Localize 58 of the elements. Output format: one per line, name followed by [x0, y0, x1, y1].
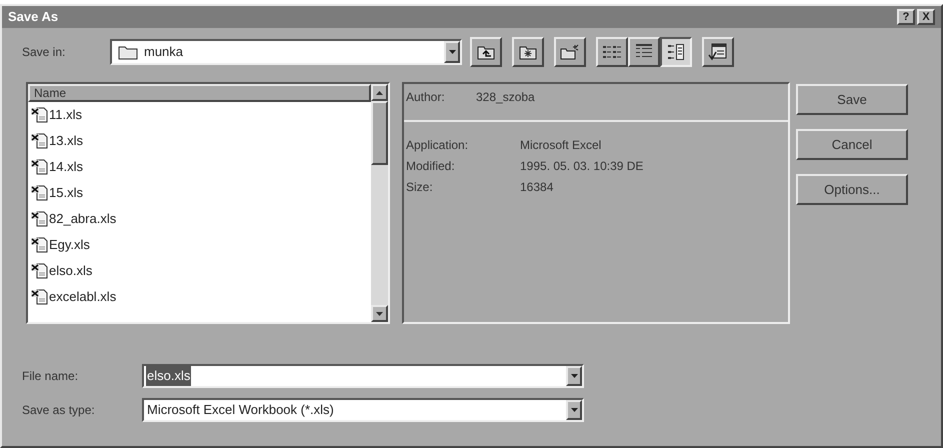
property-value: 1995. 05. 03. 10:39 DE — [520, 158, 644, 175]
spreadsheet-file-icon — [30, 133, 48, 149]
details-view-icon — [636, 44, 652, 60]
list-view-icon — [603, 45, 621, 59]
save-in-label: Save in: — [22, 44, 66, 61]
save-in-value: munka — [144, 43, 184, 62]
author-value: 328_szoba — [476, 89, 535, 106]
save-as-type-value: Microsoft Excel Workbook (*.xls) — [147, 401, 335, 420]
spreadsheet-file-icon — [30, 159, 48, 175]
file-name-value: elso.xls — [146, 366, 192, 386]
property-label: Modified: — [406, 158, 456, 175]
spreadsheet-file-icon — [30, 107, 48, 123]
file-item[interactable]: elso.xls — [49, 261, 92, 281]
save-as-type-label: Save as type: — [22, 402, 96, 419]
caret-icon — [570, 374, 578, 378]
scroll-up-icon — [376, 90, 383, 94]
file-item[interactable]: 14.xls — [49, 157, 83, 177]
file-item[interactable]: 11.xls — [49, 105, 82, 125]
folder-star-icon — [519, 44, 537, 60]
spreadsheet-file-icon — [30, 263, 48, 279]
name-column-header[interactable]: Name — [28, 84, 371, 102]
save-in-dropdown[interactable]: munka — [110, 39, 462, 65]
caret-icon — [570, 408, 578, 412]
window-title: Save As — [8, 8, 58, 26]
file-name-label: File name: — [22, 368, 80, 385]
folder-icon — [118, 44, 138, 60]
property-value: Microsoft Excel — [520, 137, 602, 154]
title-bar-button[interactable]: ? — [897, 9, 915, 25]
toolbar-button[interactable] — [660, 37, 692, 67]
scroll-down-icon — [376, 312, 383, 316]
file-item[interactable]: 82_abra.xls — [49, 209, 116, 229]
title-bar-button[interactable]: X — [917, 9, 935, 25]
file-name-field[interactable]: elso.xls — [142, 364, 584, 388]
caret-icon — [448, 50, 456, 54]
file-item[interactable]: Egy.xls — [49, 235, 90, 255]
dropdown-button[interactable] — [444, 41, 460, 63]
file-item[interactable]: 13.xls — [49, 131, 83, 151]
new-folder-icon — [560, 44, 580, 60]
preview-view-icon — [668, 44, 684, 60]
dialog-button[interactable]: Save — [796, 84, 908, 115]
file-item[interactable]: excelabl.xls — [49, 287, 116, 307]
dialog-button[interactable]: Cancel — [796, 129, 908, 160]
save-as-type-dropdown[interactable]: Microsoft Excel Workbook (*.xls) — [142, 398, 584, 422]
scrollbar[interactable] — [371, 84, 388, 322]
commands-icon — [708, 43, 728, 61]
file-item[interactable]: 15.xls — [49, 183, 83, 203]
folder-up-icon — [477, 44, 495, 60]
spreadsheet-file-icon — [30, 237, 48, 253]
dropdown-button[interactable] — [566, 366, 582, 386]
dialog-button[interactable]: Options... — [796, 174, 908, 205]
property-label: Size: — [406, 179, 434, 196]
spreadsheet-file-icon — [30, 289, 48, 305]
property-value: 16384 — [520, 179, 554, 196]
property-label: Application: — [406, 137, 470, 154]
spreadsheet-file-icon — [30, 185, 48, 201]
spreadsheet-file-icon — [30, 211, 48, 227]
dropdown-button[interactable] — [566, 400, 582, 420]
author-label: Author: — [406, 89, 446, 106]
